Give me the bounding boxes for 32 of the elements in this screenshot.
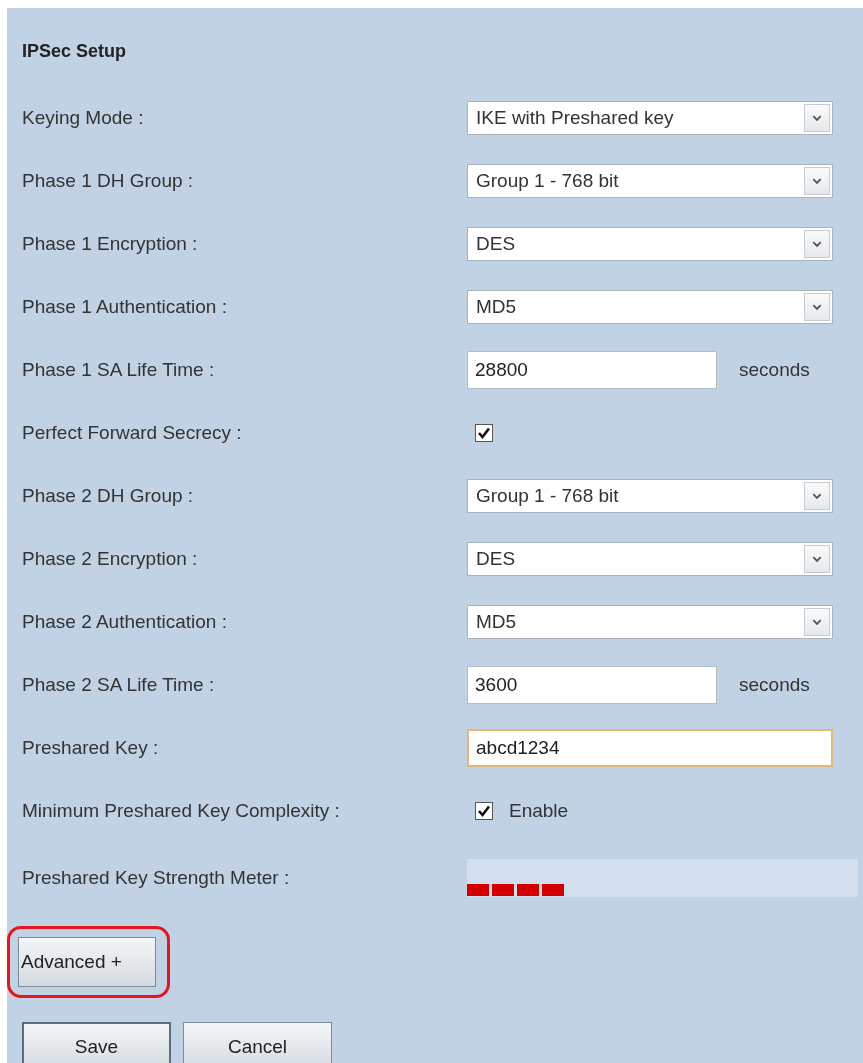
dropdown[interactable]: MD5 (467, 289, 833, 324)
dropdown[interactable]: Group 1 - 768 bit (467, 163, 833, 198)
dropdown[interactable]: MD5 (467, 604, 833, 639)
field-label: Phase 2 DH Group : (22, 484, 195, 507)
input-field[interactable]: abcd1234 (467, 728, 833, 767)
field-label: Perfect Forward Secrecy : (22, 421, 243, 444)
field-label: Preshared Key Strength Meter : (22, 867, 291, 889)
dropdown[interactable]: DES (467, 226, 833, 261)
input-field[interactable]: 28800 (467, 350, 717, 389)
checkbox[interactable] (475, 801, 493, 820)
field-label: Preshared Key : (22, 736, 160, 759)
field-label: Phase 2 Authentication : (22, 610, 228, 633)
unit-label: seconds (739, 673, 810, 696)
field-label: Phase 1 Authentication : (22, 295, 228, 318)
section-title: IPSec Setup (21, 40, 128, 63)
field-label: Keying Mode : (22, 106, 145, 129)
dropdown[interactable]: Group 1 - 768 bit (467, 478, 833, 513)
input-field[interactable]: 3600 (467, 665, 717, 704)
save-button[interactable]: Save (22, 1022, 171, 1063)
dropdown[interactable]: DES (467, 541, 833, 576)
unit-label: seconds (739, 358, 810, 381)
cancel-button[interactable]: Cancel (183, 1022, 332, 1063)
field-label: Minimum Preshared Key Complexity : (22, 799, 341, 822)
field-label: Phase 1 SA Life Time : (22, 358, 216, 381)
checkbox[interactable] (475, 423, 493, 442)
option-label: Enable (509, 799, 569, 822)
field-label: Phase 2 SA Life Time : (22, 673, 216, 696)
field-label: Phase 2 Encryption : (22, 547, 199, 570)
field-label: Phase 1 Encryption : (22, 232, 199, 255)
dropdown[interactable]: IKE with Preshared key (467, 100, 833, 135)
field-label: Phase 1 DH Group : (22, 169, 195, 192)
advanced-button[interactable]: Advanced + (18, 937, 156, 987)
